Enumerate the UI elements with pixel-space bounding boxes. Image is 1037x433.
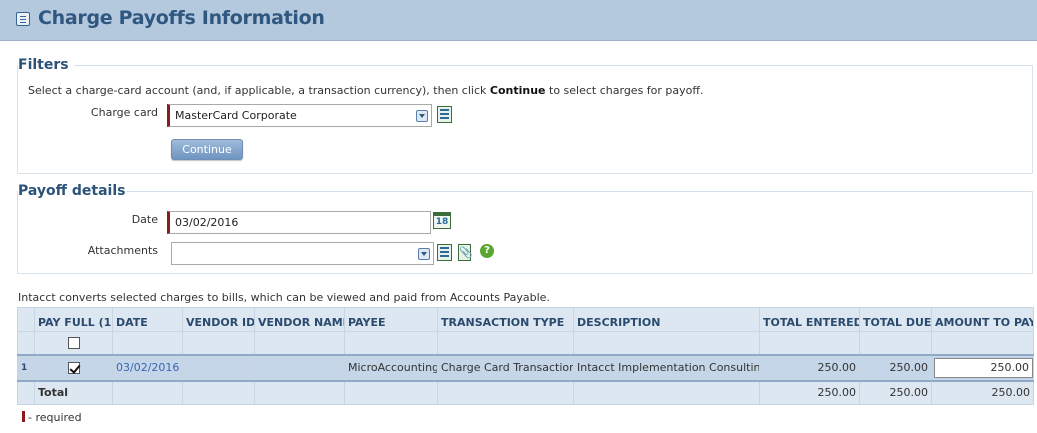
col-total-entered: TOTAL ENTERED	[759, 307, 860, 332]
help-icon[interactable]: ?	[480, 244, 494, 258]
date-label: Date	[131, 213, 158, 226]
date-link[interactable]: 03/02/2016	[112, 353, 183, 382]
col-payee: PAYEE	[344, 307, 438, 332]
calendar-icon[interactable]: 18	[433, 212, 451, 229]
required-legend: - required	[28, 411, 82, 424]
chevron-down-icon[interactable]	[418, 248, 430, 260]
transaction-type-cell: Charge Card Transaction	[437, 353, 574, 382]
charge-card-label: Charge card	[90, 106, 158, 119]
col-transaction-type: TRANSACTION TYPE	[437, 307, 574, 332]
col-description: DESCRIPTION	[573, 307, 760, 332]
vendor-name-cell	[254, 353, 345, 382]
payee-cell: MicroAccounting	[344, 353, 438, 382]
select-all-checkbox[interactable]	[67, 337, 80, 350]
chevron-down-icon[interactable]	[416, 110, 428, 122]
col-amount-to-pay: AMOUNT TO PAY	[931, 307, 1034, 332]
amount-to-pay-input[interactable]: 250.00	[934, 357, 1033, 378]
attachments-select[interactable]	[171, 242, 434, 265]
col-vendor-name: VENDOR NAME	[254, 307, 345, 332]
total-due-sum: 250.00	[859, 380, 932, 405]
description-cell: Intacct Implementation Consulting	[573, 353, 760, 382]
page-title: Charge Payoffs Information	[38, 7, 325, 29]
charges-table: PAY FULL (1) DATE VENDOR ID VENDOR NAME …	[17, 307, 1034, 405]
page-header: Charge Payoffs Information	[0, 0, 1037, 41]
col-date: DATE	[112, 307, 183, 332]
continue-button[interactable]: Continue	[171, 139, 243, 160]
total-label: Total	[34, 380, 113, 405]
list-icon[interactable]	[437, 244, 452, 261]
vendor-id-cell	[182, 353, 255, 382]
table-row[interactable]: 1 03/02/2016 MicroAccounting Charge Card…	[17, 353, 1034, 382]
paperclip-icon[interactable]: 📎	[458, 244, 473, 261]
amount-to-pay-sum: 250.00	[931, 380, 1034, 405]
pay-full-checkbox[interactable]	[67, 362, 80, 374]
attachments-label: Attachments	[87, 244, 158, 257]
total-entered-sum: 250.00	[759, 380, 860, 405]
col-total-due: TOTAL DUE	[859, 307, 932, 332]
date-input[interactable]: 03/02/2016	[167, 211, 431, 234]
total-due-cell: 250.00	[859, 353, 932, 382]
required-marker	[22, 411, 25, 422]
filters-instruction: Select a charge-card account (and, if ap…	[28, 84, 704, 97]
row-num-header	[17, 307, 35, 332]
total-row: Total 250.00 250.00 250.00	[17, 380, 1034, 405]
conversion-note: Intacct converts selected charges to bil…	[18, 291, 550, 304]
col-pay-full: PAY FULL (1)	[34, 307, 113, 332]
col-vendor-id: VENDOR ID	[182, 307, 255, 332]
row-number: 1	[17, 353, 35, 382]
total-entered-cell: 250.00	[759, 353, 860, 382]
list-icon[interactable]	[437, 106, 452, 123]
charge-card-select[interactable]: MasterCard Corporate	[167, 104, 432, 127]
menu-icon[interactable]	[16, 12, 30, 26]
